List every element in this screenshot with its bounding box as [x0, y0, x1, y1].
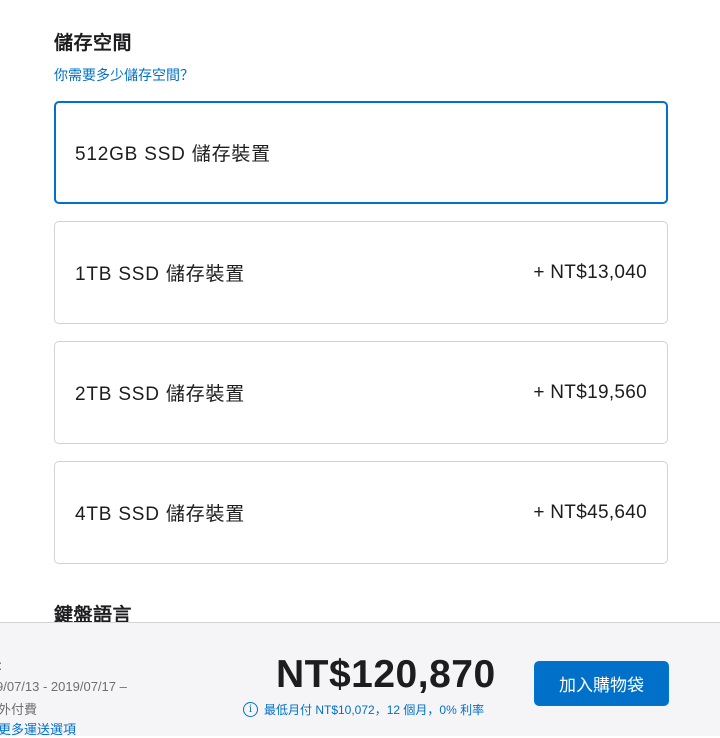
shipping-heading: :	[0, 657, 2, 673]
storage-option-price: + NT$19,560	[533, 381, 647, 403]
monthly-payment-link[interactable]: i 最低月付 NT$10,072，12 個月，0% 利率	[243, 701, 484, 718]
storage-help-link[interactable]: 你需要多少儲存空間？	[54, 65, 194, 85]
storage-option-label: 1TB SSD 儲存裝置	[75, 264, 246, 285]
shipping-options-link[interactable]: 更多運送選項	[0, 719, 76, 738]
storage-option-1tb[interactable]: 1TB SSD 儲存裝置 + NT$13,040	[54, 221, 668, 324]
storage-option-price: + NT$45,640	[533, 501, 647, 523]
storage-option-4tb[interactable]: 4TB SSD 儲存裝置 + NT$45,640	[54, 461, 668, 564]
info-icon: i	[243, 702, 258, 717]
storage-section-title: 儲存空間	[54, 33, 133, 54]
shipping-dates: 9/07/13 - 2019/07/17 –	[0, 679, 127, 694]
storage-option-2tb[interactable]: 2TB SSD 儲存裝置 + NT$19,560	[54, 341, 668, 444]
total-price: NT$120,870	[276, 653, 496, 696]
storage-option-label: 512GB SSD 儲存裝置	[75, 144, 271, 165]
storage-option-512gb[interactable]: 512GB SSD 儲存裝置	[54, 101, 668, 204]
monthly-payment-text: 最低月付 NT$10,072，12 個月，0% 利率	[264, 703, 485, 717]
storage-option-label: 2TB SSD 儲存裝置	[75, 384, 246, 405]
storage-option-price: + NT$13,040	[533, 261, 647, 283]
summary-footer: : 9/07/13 - 2019/07/17 – 外付費 更多運送選項 NT$1…	[0, 622, 720, 738]
add-to-bag-button[interactable]: 加入購物袋	[534, 661, 669, 706]
shipping-fee: 外付費	[0, 702, 38, 717]
storage-option-label: 4TB SSD 儲存裝置	[75, 504, 246, 525]
